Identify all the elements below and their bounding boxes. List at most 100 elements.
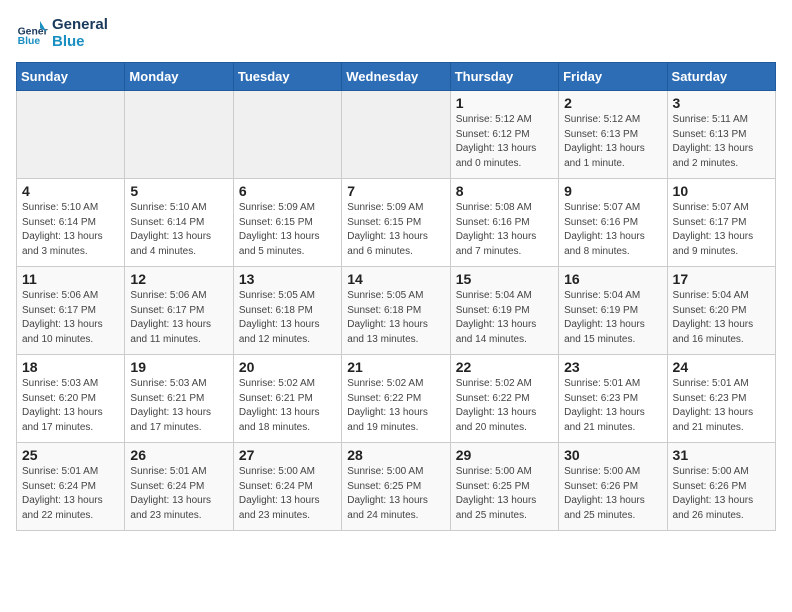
day-number: 6 (239, 183, 336, 199)
day-cell (125, 91, 233, 179)
day-info: Sunrise: 5:02 AM Sunset: 6:22 PM Dayligh… (456, 377, 553, 435)
day-number: 12 (130, 271, 227, 287)
week-row-1: 1Sunrise: 5:12 AM Sunset: 6:12 PM Daylig… (17, 91, 776, 179)
day-cell: 20 Sunrise: 5:02 AM Sunset: 6:21 PM Dayli… (233, 355, 341, 443)
day-cell: 23Sunrise: 5:01 AM Sunset: 6:23 PM Dayli… (559, 355, 667, 443)
day-info: Sunrise: 5:06 AM Sunset: 6:17 PM Dayligh… (130, 289, 227, 347)
day-cell: 27 Sunrise: 5:00 AM Sunset: 6:24 PM Dayli… (233, 443, 341, 531)
day-cell: 24 Sunrise: 5:01 AM Sunset: 6:23 PM Dayli… (667, 355, 775, 443)
day-number: 3 (673, 95, 770, 111)
day-cell: 16 Sunrise: 5:04 AM Sunset: 6:19 PM Dayli… (559, 267, 667, 355)
day-cell: 10 Sunrise: 5:07 AM Sunset: 6:17 PM Dayli… (667, 179, 775, 267)
logo-icon: General Blue (16, 17, 48, 49)
day-cell: 12 Sunrise: 5:06 AM Sunset: 6:17 PM Dayli… (125, 267, 233, 355)
day-cell: 28 Sunrise: 5:00 AM Sunset: 6:25 PM Dayli… (342, 443, 450, 531)
day-info: Sunrise: 5:05 AM Sunset: 6:18 PM Dayligh… (347, 289, 444, 347)
weekday-tuesday: Tuesday (233, 63, 341, 91)
day-info: Sunrise: 5:02 AM Sunset: 6:21 PM Dayligh… (239, 377, 336, 435)
day-number: 29 (456, 447, 553, 463)
day-number: 27 (239, 447, 336, 463)
day-number: 24 (673, 359, 770, 375)
logo-general: General (52, 16, 108, 33)
day-info: Sunrise: 5:07 AM Sunset: 6:17 PM Dayligh… (673, 201, 770, 259)
day-cell: 3 Sunrise: 5:11 AM Sunset: 6:13 PM Daylig… (667, 91, 775, 179)
day-cell: 26 Sunrise: 5:01 AM Sunset: 6:24 PM Dayli… (125, 443, 233, 531)
day-info: Sunrise: 5:03 AM Sunset: 6:21 PM Dayligh… (130, 377, 227, 435)
calendar-header: SundayMondayTuesdayWednesdayThursdayFrid… (17, 63, 776, 91)
day-info: Sunrise: 5:00 AM Sunset: 6:25 PM Dayligh… (347, 465, 444, 523)
day-number: 9 (564, 183, 661, 199)
day-cell: 2 Sunrise: 5:12 AM Sunset: 6:13 PM Daylig… (559, 91, 667, 179)
day-cell: 15 Sunrise: 5:04 AM Sunset: 6:19 PM Dayli… (450, 267, 558, 355)
day-cell: 14 Sunrise: 5:05 AM Sunset: 6:18 PM Dayli… (342, 267, 450, 355)
day-cell: 29 Sunrise: 5:00 AM Sunset: 6:25 PM Dayli… (450, 443, 558, 531)
day-cell (17, 91, 125, 179)
week-row-2: 4Sunrise: 5:10 AM Sunset: 6:14 PM Daylig… (17, 179, 776, 267)
day-cell: 19 Sunrise: 5:03 AM Sunset: 6:21 PM Dayli… (125, 355, 233, 443)
day-info: Sunrise: 5:00 AM Sunset: 6:24 PM Dayligh… (239, 465, 336, 523)
day-number: 23 (564, 359, 661, 375)
day-number: 21 (347, 359, 444, 375)
day-cell: 22Sunrise: 5:02 AM Sunset: 6:22 PM Dayli… (450, 355, 558, 443)
day-cell: 1Sunrise: 5:12 AM Sunset: 6:12 PM Daylig… (450, 91, 558, 179)
day-info: Sunrise: 5:10 AM Sunset: 6:14 PM Dayligh… (130, 201, 227, 259)
day-info: Sunrise: 5:04 AM Sunset: 6:19 PM Dayligh… (564, 289, 661, 347)
weekday-monday: Monday (125, 63, 233, 91)
day-number: 10 (673, 183, 770, 199)
day-cell: 13Sunrise: 5:05 AM Sunset: 6:18 PM Dayli… (233, 267, 341, 355)
day-info: Sunrise: 5:12 AM Sunset: 6:13 PM Dayligh… (564, 113, 661, 171)
day-number: 15 (456, 271, 553, 287)
day-info: Sunrise: 5:00 AM Sunset: 6:26 PM Dayligh… (564, 465, 661, 523)
day-number: 25 (22, 447, 119, 463)
day-cell: 30 Sunrise: 5:00 AM Sunset: 6:26 PM Dayli… (559, 443, 667, 531)
day-cell: 8Sunrise: 5:08 AM Sunset: 6:16 PM Daylig… (450, 179, 558, 267)
day-info: Sunrise: 5:04 AM Sunset: 6:19 PM Dayligh… (456, 289, 553, 347)
day-info: Sunrise: 5:04 AM Sunset: 6:20 PM Dayligh… (673, 289, 770, 347)
day-info: Sunrise: 5:06 AM Sunset: 6:17 PM Dayligh… (22, 289, 119, 347)
calendar-table: SundayMondayTuesdayWednesdayThursdayFrid… (16, 62, 776, 531)
day-info: Sunrise: 5:07 AM Sunset: 6:16 PM Dayligh… (564, 201, 661, 259)
day-number: 18 (22, 359, 119, 375)
day-cell: 4Sunrise: 5:10 AM Sunset: 6:14 PM Daylig… (17, 179, 125, 267)
day-cell: 31 Sunrise: 5:00 AM Sunset: 6:26 PM Dayli… (667, 443, 775, 531)
day-cell (342, 91, 450, 179)
weekday-thursday: Thursday (450, 63, 558, 91)
day-number: 28 (347, 447, 444, 463)
day-info: Sunrise: 5:01 AM Sunset: 6:24 PM Dayligh… (130, 465, 227, 523)
day-info: Sunrise: 5:00 AM Sunset: 6:25 PM Dayligh… (456, 465, 553, 523)
day-cell: 18 Sunrise: 5:03 AM Sunset: 6:20 PM Dayli… (17, 355, 125, 443)
day-number: 30 (564, 447, 661, 463)
day-number: 14 (347, 271, 444, 287)
day-number: 20 (239, 359, 336, 375)
logo-blue: Blue (52, 33, 108, 50)
day-cell: 11Sunrise: 5:06 AM Sunset: 6:17 PM Dayli… (17, 267, 125, 355)
day-info: Sunrise: 5:09 AM Sunset: 6:15 PM Dayligh… (347, 201, 444, 259)
day-info: Sunrise: 5:08 AM Sunset: 6:16 PM Dayligh… (456, 201, 553, 259)
calendar-body: 1Sunrise: 5:12 AM Sunset: 6:12 PM Daylig… (17, 91, 776, 531)
week-row-3: 11Sunrise: 5:06 AM Sunset: 6:17 PM Dayli… (17, 267, 776, 355)
day-info: Sunrise: 5:03 AM Sunset: 6:20 PM Dayligh… (22, 377, 119, 435)
day-info: Sunrise: 5:11 AM Sunset: 6:13 PM Dayligh… (673, 113, 770, 171)
weekday-wednesday: Wednesday (342, 63, 450, 91)
day-cell: 17 Sunrise: 5:04 AM Sunset: 6:20 PM Dayli… (667, 267, 775, 355)
week-row-5: 25 Sunrise: 5:01 AM Sunset: 6:24 PM Dayli… (17, 443, 776, 531)
day-number: 26 (130, 447, 227, 463)
day-number: 17 (673, 271, 770, 287)
day-number: 16 (564, 271, 661, 287)
weekday-friday: Friday (559, 63, 667, 91)
day-cell: 6Sunrise: 5:09 AM Sunset: 6:15 PM Daylig… (233, 179, 341, 267)
page-header: General Blue General Blue (16, 16, 776, 50)
day-number: 19 (130, 359, 227, 375)
day-number: 2 (564, 95, 661, 111)
day-cell: 25Sunrise: 5:01 AM Sunset: 6:24 PM Dayli… (17, 443, 125, 531)
day-info: Sunrise: 5:00 AM Sunset: 6:26 PM Dayligh… (673, 465, 770, 523)
day-info: Sunrise: 5:10 AM Sunset: 6:14 PM Dayligh… (22, 201, 119, 259)
day-cell (233, 91, 341, 179)
day-info: Sunrise: 5:02 AM Sunset: 6:22 PM Dayligh… (347, 377, 444, 435)
day-number: 1 (456, 95, 553, 111)
day-info: Sunrise: 5:01 AM Sunset: 6:23 PM Dayligh… (673, 377, 770, 435)
weekday-saturday: Saturday (667, 63, 775, 91)
day-number: 31 (673, 447, 770, 463)
day-number: 5 (130, 183, 227, 199)
day-cell: 7Sunrise: 5:09 AM Sunset: 6:15 PM Daylig… (342, 179, 450, 267)
